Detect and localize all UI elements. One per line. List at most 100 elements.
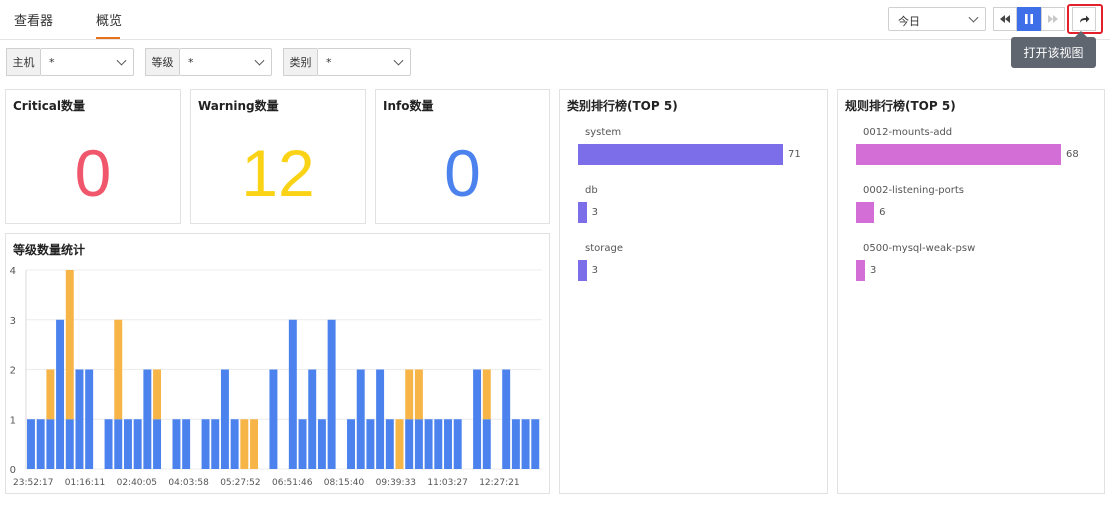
filter-category-select[interactable]: * [317,48,411,76]
level-bar[interactable] [65,270,74,420]
filter-host-select[interactable]: * [40,48,134,76]
level-bar[interactable] [201,419,210,469]
time-range-select[interactable]: 今日 [888,7,986,31]
category-rank-bar[interactable] [578,260,587,281]
level-bar[interactable] [502,369,511,470]
level-bar[interactable] [376,369,385,470]
level-bar[interactable] [434,419,443,469]
category-rank-value: 3 [591,265,599,276]
level-bar[interactable] [153,369,162,420]
level-bar[interactable] [511,419,520,469]
level-bar[interactable] [414,369,423,420]
level-bar[interactable] [453,419,462,469]
level-bar[interactable] [36,419,45,469]
level-bar[interactable] [405,369,414,420]
filter-host-label: 主机 [6,48,40,76]
level-bar[interactable] [308,369,317,470]
level-bar[interactable] [172,419,181,469]
level-bar[interactable] [220,369,229,470]
level-bar[interactable] [240,419,249,469]
level-bar[interactable] [104,419,113,469]
level-bar[interactable] [298,419,307,469]
rule-rank-label: 0012-mounts-add [863,127,953,138]
rule-rank-bar[interactable] [856,202,875,223]
level-bar[interactable] [405,419,414,469]
level-bar[interactable] [123,419,132,469]
level-bar[interactable] [75,369,84,470]
category-rank-label: db [585,185,598,196]
level-bar[interactable] [85,369,94,470]
rule-rank-card[interactable]: 规则排行榜(TOP 5) 0012-mounts-add 68 0002-liste… [837,89,1105,494]
level-bar[interactable] [114,419,123,469]
critical-count-card[interactable]: Critical数量 0 [5,89,181,224]
info-count-value: 0 [444,136,481,210]
x-tick-label: 05:27:52 [220,478,260,488]
y-tick-label: 3 [10,316,16,327]
time-range-value: 今日 [898,15,920,28]
level-bar[interactable] [356,369,365,470]
rule-rank-value: 6 [879,207,886,218]
level-bar[interactable] [473,369,482,470]
level-bar[interactable] [114,319,123,420]
rule-rank-label: 0002-listening-ports [863,185,965,196]
level-bar[interactable] [269,369,278,470]
level-bar[interactable] [531,419,540,469]
level-bar[interactable] [327,319,336,469]
level-bar[interactable] [482,369,491,420]
fast-forward-button[interactable] [1041,7,1065,31]
y-tick-label: 0 [10,465,16,476]
level-bar[interactable] [143,369,152,470]
tab-overview[interactable]: 概览 [96,10,122,29]
category-rank-bar[interactable] [578,144,783,165]
info-count-title: Info数量 [383,99,434,113]
filter-host-value: * [49,56,55,69]
level-bar[interactable] [521,419,530,469]
chevron-down-icon [254,55,265,66]
level-bar[interactable] [230,419,239,469]
open-view-button[interactable] [1072,7,1096,31]
x-tick-label: 11:03:27 [427,478,467,488]
warning-count-title: Warning数量 [198,99,279,113]
rewind-button[interactable] [993,7,1017,31]
category-rank-bar[interactable] [578,202,587,223]
rewind-icon [1000,15,1010,23]
rule-rank-value: 3 [870,265,877,276]
level-bar[interactable] [46,419,55,469]
chevron-down-icon [116,55,127,66]
rule-rank-bar[interactable] [856,144,1061,165]
level-bar[interactable] [366,419,375,469]
chevron-down-icon [393,55,404,66]
level-bar[interactable] [46,369,55,420]
pause-button[interactable] [1017,7,1041,31]
level-bar[interactable] [250,419,259,469]
level-bar[interactable] [65,419,74,469]
level-bar[interactable] [385,419,394,469]
x-tick-label: 02:40:05 [117,478,157,488]
category-rank-value: 71 [788,149,801,160]
level-bar[interactable] [444,419,452,469]
level-bar[interactable] [482,419,491,469]
level-bar[interactable] [56,319,65,469]
level-bar[interactable] [133,419,142,469]
warning-count-card[interactable]: Warning数量 12 [190,89,366,224]
level-bar[interactable] [424,419,433,469]
info-count-card[interactable]: Info数量 0 [375,89,550,224]
x-tick-label: 09:39:33 [376,478,416,488]
category-rank-card[interactable]: 类别排行榜(TOP 5) system 71 db 3 storage 3 [559,89,828,494]
category-rank-title: 类别排行榜(TOP 5) [567,99,678,113]
level-bar[interactable] [317,419,326,469]
filter-level-select[interactable]: * [179,48,272,76]
y-tick-label: 4 [10,266,16,277]
level-bar[interactable] [27,419,35,469]
filter-category-label: 类别 [283,48,317,76]
rule-rank-bar[interactable] [856,260,866,281]
level-bar[interactable] [347,419,355,469]
tab-viewer[interactable]: 查看器 [14,10,53,29]
level-bar[interactable] [414,419,423,469]
x-tick-label: 08:15:40 [324,478,365,488]
level-bar[interactable] [211,419,220,469]
level-bar[interactable] [182,419,191,469]
level-bar[interactable] [288,319,297,469]
level-bar[interactable] [153,419,162,469]
level-bar[interactable] [395,419,404,469]
